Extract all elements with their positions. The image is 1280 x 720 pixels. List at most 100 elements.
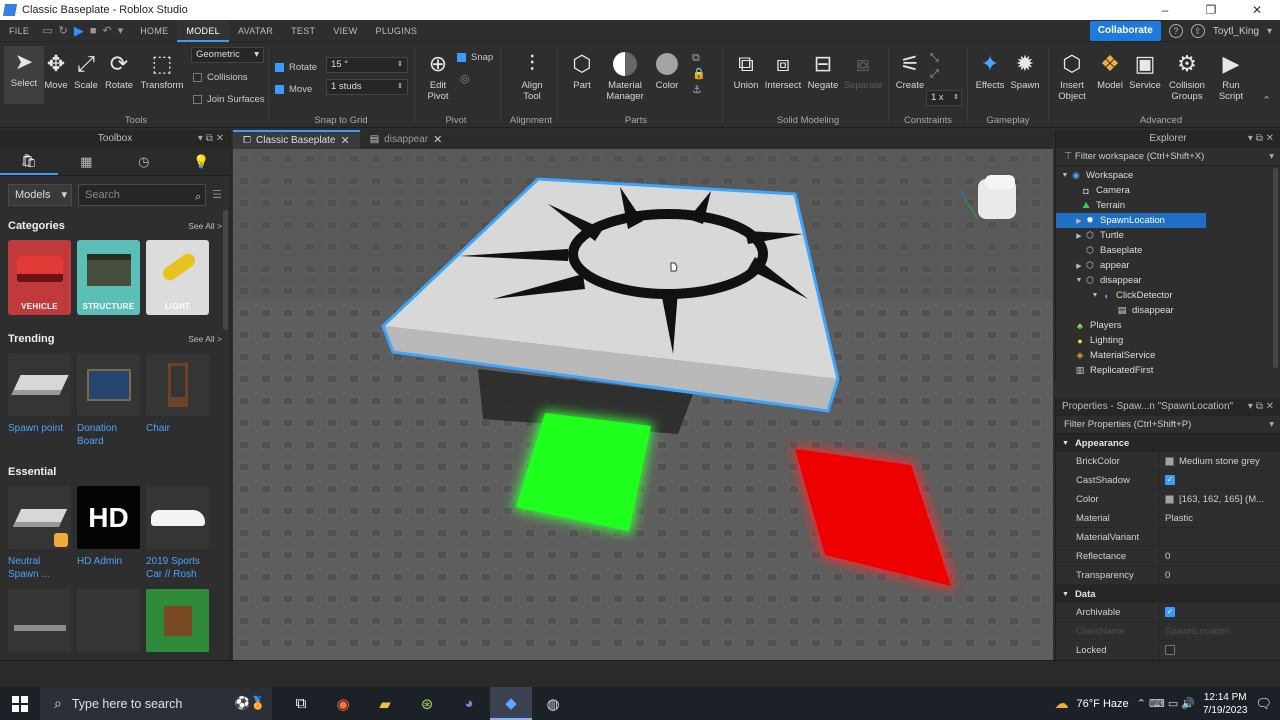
close-icon[interactable]: ✕ — [1234, 0, 1280, 20]
service-button[interactable]: ▣ Service — [1125, 48, 1165, 91]
prop-value[interactable]: 0 — [1160, 551, 1280, 562]
snap-move-toggle[interactable]: Move — [275, 84, 312, 95]
collisions-checkbox[interactable] — [193, 73, 202, 82]
effects-button[interactable]: ✦ Effects — [970, 48, 1010, 91]
snap-rotate-toggle[interactable]: Rotate — [275, 62, 317, 73]
tab-test[interactable]: TEST — [282, 20, 324, 42]
data-category[interactable]: ▼ Data — [1056, 585, 1280, 603]
appearance-category[interactable]: ▼ Appearance — [1056, 434, 1280, 452]
3d-viewport[interactable] — [233, 149, 1053, 660]
tab-classic-baseplate[interactable]: ⧠ Classic Baseplate ✕ — [233, 130, 360, 149]
more-item[interactable] — [146, 589, 209, 652]
tree-item-players[interactable]: ♣ Players — [1056, 318, 1280, 333]
panel-controls[interactable]: ▾ ⧉ ✕ — [198, 130, 224, 148]
more-item[interactable] — [77, 589, 140, 652]
prop-row-color[interactable]: Color [163, 162, 165] (M... — [1056, 489, 1280, 509]
prop-value[interactable]: [163, 162, 165] (M... — [1160, 494, 1280, 505]
tree-item-camera[interactable]: ◘ Camera — [1056, 183, 1280, 198]
task-view-icon[interactable]: ⧉ — [280, 687, 322, 720]
intersect-button[interactable]: ⧈ Intersect — [763, 48, 803, 91]
prop-value[interactable]: 0 — [1160, 570, 1280, 581]
filter-dropdown-icon[interactable]: ▾ — [1269, 416, 1274, 434]
insert-object-button[interactable]: ⬡ Insert Object — [1052, 48, 1092, 102]
prop-row-materialvariant[interactable]: MaterialVariant — [1056, 527, 1280, 547]
tree-item-baseplate[interactable]: ⬡ Baseplate — [1056, 243, 1280, 258]
snap-move-checkbox[interactable] — [275, 85, 284, 94]
tab-avatar[interactable]: AVATAR — [229, 20, 282, 42]
panel-controls[interactable]: ▾ ⧉ ✕ — [1248, 130, 1274, 148]
prop-value[interactable]: ✓ — [1160, 607, 1280, 617]
join-surfaces-toggle[interactable]: Join Surfaces — [193, 94, 265, 105]
toolbox-search-input[interactable]: Search ⌕ — [78, 184, 207, 206]
checkbox-checked[interactable]: ✓ — [1165, 607, 1175, 617]
expand-icon[interactable]: ▶ — [1074, 217, 1084, 225]
prop-row-reflectance[interactable]: Reflectance 0 — [1056, 546, 1280, 566]
category-light[interactable]: LIGHT — [146, 240, 209, 315]
spawn-button[interactable]: ✹ Spawn — [1005, 48, 1045, 91]
tray-icons[interactable]: ⌃ ⌨ ▭ 🔊 — [1137, 697, 1195, 710]
constraint-mini-icons[interactable]: ⤡ ⤢ — [930, 50, 939, 82]
prop-value[interactable]: Plastic — [1160, 513, 1280, 524]
tab-view[interactable]: VIEW — [324, 20, 366, 42]
collision-groups-button[interactable]: ⚙ Collision Groups — [1164, 48, 1210, 102]
more-item[interactable] — [8, 589, 71, 652]
roblox-studio-taskbar-icon[interactable]: ◆ — [490, 687, 532, 720]
prop-value[interactable]: Medium stone grey — [1160, 456, 1280, 467]
tree-item-lighting[interactable]: ● Lighting — [1056, 333, 1280, 348]
clock[interactable]: 12:14 PM 7/19/2023 — [1203, 691, 1248, 717]
explorer-filter-input[interactable]: ⊤ Filter workspace (Ctrl+Shift+X) ▾ — [1056, 148, 1280, 166]
tab-creations[interactable]: 💡 — [173, 148, 231, 175]
tree-item-terrain[interactable]: ⛰ Terrain — [1056, 198, 1280, 213]
constraint-scale-input[interactable]: 1 x ⇕ — [926, 90, 962, 106]
essential-item[interactable]: Neutral Spawn ... — [8, 486, 71, 581]
prop-value[interactable]: ✓ — [1160, 475, 1280, 485]
run-script-button[interactable]: ▶ Run Script — [1211, 48, 1251, 102]
stop-icon[interactable]: ■ — [90, 25, 97, 37]
file-menu[interactable]: FILE — [0, 20, 38, 42]
essential-item[interactable]: HD HD Admin — [77, 486, 140, 581]
minimize-icon[interactable]: – — [1142, 0, 1188, 20]
firefox-icon[interactable]: ◉ — [322, 687, 364, 720]
save-icon[interactable]: ▭ — [42, 24, 52, 37]
tree-item-appear[interactable]: ▶ ⬡ appear — [1056, 258, 1280, 273]
share-icon[interactable]: ⇪ — [1190, 24, 1205, 38]
collisions-toggle[interactable]: Collisions — [193, 72, 248, 83]
prop-row-archivable[interactable]: Archivable ✓ — [1056, 602, 1280, 622]
play-icon[interactable]: ▶ — [74, 23, 84, 39]
expand-icon[interactable]: ▶ — [1074, 232, 1084, 240]
move-increment-input[interactable]: 1 studs ⇕ — [326, 79, 408, 95]
separate-button[interactable]: ⧇ Separate — [843, 48, 883, 91]
pivot-reset-icon[interactable]: ◎ — [460, 72, 470, 85]
edit-pivot-button[interactable]: ⊕ Edit Pivot — [418, 48, 458, 102]
collapse-icon[interactable]: ▼ — [1090, 292, 1100, 299]
taskbar-search-input[interactable]: ⌕ Type here to search ⚽🏅 — [40, 687, 272, 720]
trending-item[interactable]: Chair — [146, 353, 209, 448]
trending-item[interactable]: Donation Board — [77, 353, 140, 448]
essential-item[interactable]: 2019 Sports Car // Rosh — [146, 486, 209, 581]
tab-marketplace[interactable]: 🛍 — [0, 148, 58, 175]
tree-item-spawnlocation[interactable]: ▶ ✹ SpawnLocation — [1056, 213, 1206, 228]
category-vehicle[interactable]: VEHICLE — [8, 240, 71, 315]
transform-button[interactable]: ⬚ Transform — [140, 48, 184, 91]
explorer-scrollbar[interactable] — [1273, 168, 1278, 368]
panel-controls[interactable]: ▾ ⧉ ✕ — [1248, 398, 1274, 416]
toolbox-scrollbar[interactable] — [223, 210, 228, 330]
model-button[interactable]: ❖ Model — [1090, 48, 1130, 91]
prop-row-transparency[interactable]: Transparency 0 — [1056, 565, 1280, 585]
search-highlight-icon[interactable]: ⚽🏅 — [235, 696, 266, 711]
pivot-snap-checkbox[interactable] — [457, 53, 466, 62]
obs-icon[interactable]: ◍ — [532, 687, 574, 720]
weather-text[interactable]: 76°F Haze — [1077, 698, 1129, 710]
close-tab-icon[interactable]: ✕ — [340, 134, 349, 147]
tab-disappear-script[interactable]: ▤ disappear ✕ — [360, 130, 453, 149]
rotate-button[interactable]: ⟳ Rotate — [99, 48, 139, 91]
prop-row-material[interactable]: Material Plastic — [1056, 508, 1280, 528]
create-constraint-button[interactable]: ⚟ Create — [890, 48, 930, 91]
snap-rotate-checkbox[interactable] — [275, 63, 284, 72]
prop-row-locked[interactable]: Locked — [1056, 640, 1280, 660]
negate-button[interactable]: ⊟ Negate — [803, 48, 843, 91]
tree-item-turtle[interactable]: ▶ ⬡ Turtle — [1056, 228, 1280, 243]
category-select[interactable]: Models ▾ — [8, 184, 72, 206]
dropdown-icon[interactable]: ▾ — [118, 24, 124, 37]
tab-inventory[interactable]: ▦ — [58, 148, 116, 175]
